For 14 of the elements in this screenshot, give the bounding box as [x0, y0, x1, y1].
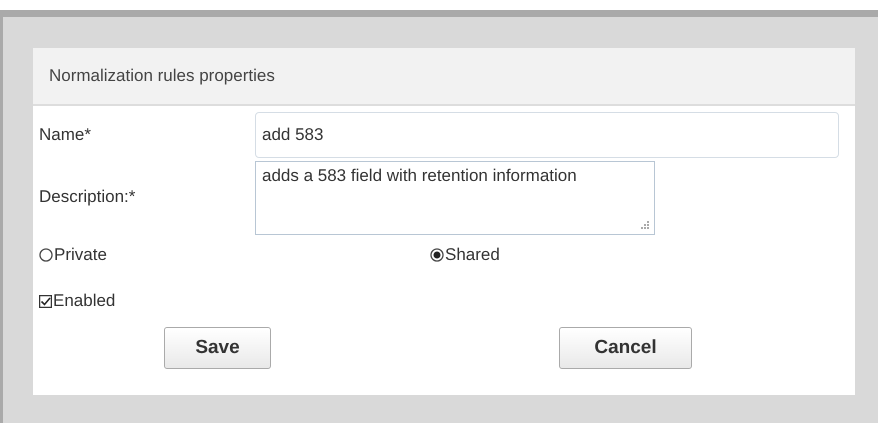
- radio-button[interactable]: [430, 248, 444, 262]
- checkbox[interactable]: [39, 294, 52, 308]
- name-field[interactable]: add 583: [255, 112, 839, 158]
- field-label: Description:*: [39, 186, 136, 206]
- radio-label: Private: [54, 245, 107, 265]
- checkbox-label: Enabled: [53, 291, 116, 311]
- description-field[interactable]: adds a 583 field with retention information: [255, 161, 655, 235]
- cancel-button[interactable]: Cancel: [559, 327, 692, 369]
- resize-grip-icon[interactable]: [640, 220, 649, 229]
- radio-button[interactable]: [39, 248, 53, 262]
- panel-title: Normalization rules properties: [49, 66, 275, 86]
- field-label: Name*: [39, 125, 92, 145]
- save-button[interactable]: Save: [164, 327, 271, 369]
- radio-label: Shared: [445, 245, 500, 265]
